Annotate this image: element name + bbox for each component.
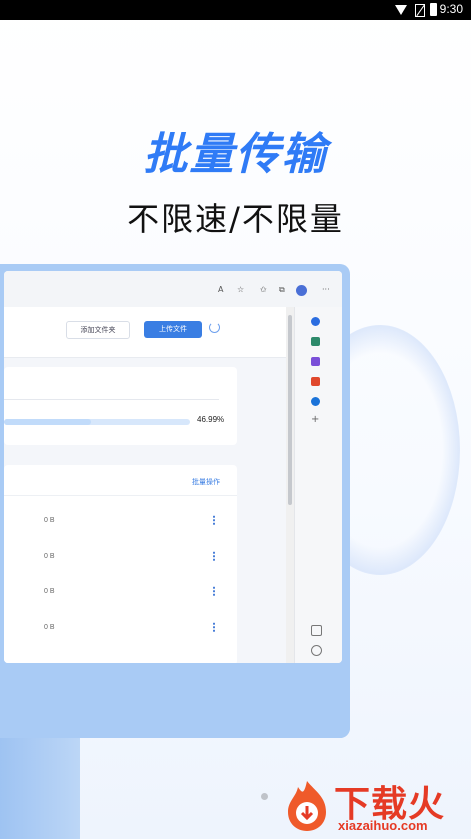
monitor-chin	[0, 668, 350, 738]
status-time: 9:30	[439, 2, 463, 16]
progress-fill	[4, 419, 92, 425]
favorites-icon[interactable]: ✩	[260, 285, 267, 294]
file-size: 0 B	[44, 553, 55, 560]
file-row[interactable]: 0 B	[4, 507, 237, 537]
browser-sidebar: +	[294, 307, 342, 663]
watermark: 下载火 xiazaihuo.com	[276, 777, 466, 835]
browser-window: A ☆ ✩ ⧉ ··· 添加文件夹 上传文件 46.99% 批量操作 0 B 0…	[4, 271, 342, 663]
kebab-menu-icon[interactable]	[213, 551, 215, 561]
status-bar: 9:30	[0, 0, 471, 20]
scroll-thumb[interactable]	[288, 315, 292, 505]
add-folder-button[interactable]: 添加文件夹	[66, 321, 130, 339]
add-folder-label: 添加文件夹	[80, 326, 116, 334]
divider	[4, 399, 219, 400]
app-page: 添加文件夹 上传文件 46.99% 批量操作 0 B 0 B 0 B 0 B	[4, 307, 286, 663]
tools-icon[interactable]	[311, 357, 320, 366]
no-sim-icon	[415, 4, 425, 17]
wifi-icon	[395, 5, 407, 15]
monitor-stand	[0, 738, 80, 839]
outlook-icon[interactable]	[311, 397, 320, 406]
page-indicator[interactable]	[261, 793, 268, 800]
upload-file-button[interactable]: 上传文件	[144, 321, 202, 338]
hero-title: 批量传输	[143, 129, 328, 180]
kebab-menu-icon[interactable]	[213, 515, 215, 525]
favorite-icon[interactable]: ☆	[237, 285, 244, 294]
divider	[4, 495, 237, 496]
kebab-menu-icon[interactable]	[213, 586, 215, 596]
search-icon[interactable]	[311, 317, 320, 326]
settings-icon[interactable]	[311, 645, 322, 656]
battery-icon	[430, 3, 437, 16]
hero-subtitle: 不限速/不限量	[127, 200, 344, 238]
file-row[interactable]: 0 B	[4, 578, 237, 608]
watermark-site: xiazaihuo.com	[338, 818, 428, 833]
progress-bar	[4, 419, 190, 425]
read-aloud-icon[interactable]: A	[218, 285, 223, 294]
batch-operations-link[interactable]: 批量操作	[192, 477, 220, 487]
file-list-card: 批量操作 0 B 0 B 0 B 0 B	[4, 465, 237, 663]
file-size: 0 B	[44, 588, 55, 595]
office-icon[interactable]	[311, 377, 320, 386]
monitor-frame: A ☆ ✩ ⧉ ··· 添加文件夹 上传文件 46.99% 批量操作 0 B 0…	[0, 264, 350, 738]
file-size: 0 B	[44, 517, 55, 524]
kebab-menu-icon[interactable]	[213, 622, 215, 632]
add-icon[interactable]: +	[311, 415, 320, 425]
shopping-icon[interactable]	[311, 337, 320, 346]
app-header: 添加文件夹 上传文件	[4, 307, 286, 358]
file-row[interactable]: 0 B	[4, 614, 237, 644]
progress-card: 46.99%	[4, 367, 237, 445]
file-row[interactable]: 0 B	[4, 543, 237, 573]
refresh-icon[interactable]	[209, 322, 220, 333]
browser-toolbar: A ☆ ✩ ⧉ ···	[4, 271, 342, 308]
flame-logo-icon	[288, 781, 326, 831]
file-size: 0 B	[44, 624, 55, 631]
collections-icon[interactable]: ⧉	[279, 285, 285, 295]
feedback-icon[interactable]	[311, 625, 322, 636]
upload-label: 上传文件	[159, 325, 187, 333]
profile-icon[interactable]	[296, 285, 307, 296]
progress-percent: 46.99%	[197, 415, 225, 424]
more-icon[interactable]: ···	[322, 285, 330, 294]
